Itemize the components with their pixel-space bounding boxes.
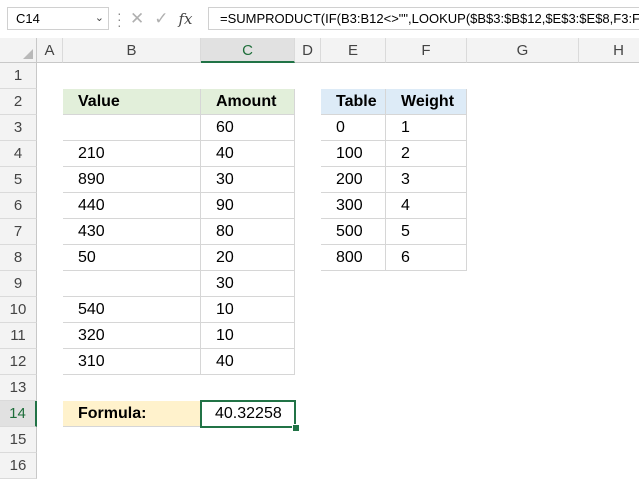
table2-table-cell[interactable]: 500 <box>321 219 386 245</box>
table2-table-cell[interactable]: 300 <box>321 193 386 219</box>
table1-amount-cell[interactable]: 60 <box>201 115 295 141</box>
formula-label-cell[interactable]: Formula: <box>63 401 201 427</box>
table1-amount-cell[interactable]: 20 <box>201 245 295 271</box>
column-header-A[interactable]: A <box>37 38 63 63</box>
table2-weight-cell[interactable]: 6 <box>386 245 467 271</box>
table2-table-cell[interactable]: 800 <box>321 245 386 271</box>
table1-header-value[interactable]: Value <box>63 89 201 115</box>
spreadsheet-app: C14 ⌄ · · · ✕ ✓ fx =SUMPRODUCT(IF(B3:B12<>… <box>0 0 639 481</box>
table1-value-cell[interactable]: 440 <box>63 193 201 219</box>
row-header-5[interactable]: 5 <box>0 167 37 193</box>
row-header-7[interactable]: 7 <box>0 219 37 245</box>
row-header-14[interactable]: 14 <box>0 401 37 427</box>
formula-actions: ✕ ✓ fx <box>130 7 193 30</box>
table1-value-cell[interactable] <box>63 271 201 297</box>
table1-amount-cell[interactable]: 40 <box>201 141 295 167</box>
table2-weight-cell[interactable]: 1 <box>386 115 467 141</box>
table2-table-cell[interactable]: 0 <box>321 115 386 141</box>
column-header-E[interactable]: E <box>321 38 386 63</box>
table1-value-cell[interactable]: 890 <box>63 167 201 193</box>
table2-table-cell[interactable]: 100 <box>321 141 386 167</box>
name-box[interactable]: C14 ⌄ <box>7 7 109 30</box>
table2-weight-cell[interactable]: 3 <box>386 167 467 193</box>
more-options-icon[interactable]: · · · <box>117 6 122 32</box>
column-header-H[interactable]: H <box>579 38 639 63</box>
table1-value-cell[interactable]: 310 <box>63 349 201 375</box>
table2-weight-cell[interactable]: 5 <box>386 219 467 245</box>
table1-value-cell[interactable]: 540 <box>63 297 201 323</box>
row-header-9[interactable]: 9 <box>0 271 37 297</box>
table1-amount-cell[interactable]: 90 <box>201 193 295 219</box>
formula-bar-area: C14 ⌄ · · · ✕ ✓ fx =SUMPRODUCT(IF(B3:B12<>… <box>0 0 639 38</box>
table1-amount-cell[interactable]: 10 <box>201 297 295 323</box>
row-header-2[interactable]: 2 <box>0 89 37 115</box>
table1-amount-cell[interactable]: 30 <box>201 167 295 193</box>
table2-header-weight[interactable]: Weight <box>386 89 467 115</box>
row-header-6[interactable]: 6 <box>0 193 37 219</box>
row-header-13[interactable]: 13 <box>0 375 37 401</box>
row-header-1[interactable]: 1 <box>0 63 37 89</box>
column-header-C[interactable]: C <box>201 38 295 63</box>
column-header-B[interactable]: B <box>63 38 201 63</box>
table1-amount-cell[interactable]: 10 <box>201 323 295 349</box>
table2-header-table[interactable]: Table <box>321 89 386 115</box>
row-header-16[interactable]: 16 <box>0 453 37 479</box>
fill-handle[interactable] <box>292 424 300 432</box>
column-header-D[interactable]: D <box>295 38 321 63</box>
row-header-10[interactable]: 10 <box>0 297 37 323</box>
chevron-down-icon[interactable]: ⌄ <box>95 8 104 29</box>
table1-value-cell[interactable]: 50 <box>63 245 201 271</box>
table1-value-cell[interactable]: 320 <box>63 323 201 349</box>
enter-check-icon[interactable]: ✓ <box>154 9 168 29</box>
insert-function-icon[interactable]: fx <box>179 10 193 28</box>
table1-amount-cell[interactable]: 30 <box>201 271 295 297</box>
formula-input[interactable]: =SUMPRODUCT(IF(B3:B12<>"",LOOKUP($B$3:$B… <box>208 7 639 30</box>
table1-value-cell[interactable]: 430 <box>63 219 201 245</box>
name-box-value: C14 <box>16 11 40 26</box>
row-header-3[interactable]: 3 <box>0 115 37 141</box>
table1-amount-cell[interactable]: 80 <box>201 219 295 245</box>
cancel-icon[interactable]: ✕ <box>130 9 144 29</box>
table1-amount-cell[interactable]: 40 <box>201 349 295 375</box>
row-header-4[interactable]: 4 <box>0 141 37 167</box>
row-header-15[interactable]: 15 <box>0 427 37 453</box>
select-all-triangle-icon <box>23 49 33 59</box>
table2-weight-cell[interactable]: 4 <box>386 193 467 219</box>
column-header-G[interactable]: G <box>467 38 579 63</box>
table1-value-cell[interactable]: 210 <box>63 141 201 167</box>
table1-header-amount[interactable]: Amount <box>201 89 295 115</box>
column-header-F[interactable]: F <box>386 38 467 63</box>
row-header-12[interactable]: 12 <box>0 349 37 375</box>
table2-weight-cell[interactable]: 2 <box>386 141 467 167</box>
row-header-11[interactable]: 11 <box>0 323 37 349</box>
table1-value-cell[interactable] <box>63 115 201 141</box>
table2-table-cell[interactable]: 200 <box>321 167 386 193</box>
formula-result-cell[interactable]: 40.32258 <box>200 400 296 428</box>
select-all-corner[interactable] <box>0 38 37 63</box>
row-header-8[interactable]: 8 <box>0 245 37 271</box>
